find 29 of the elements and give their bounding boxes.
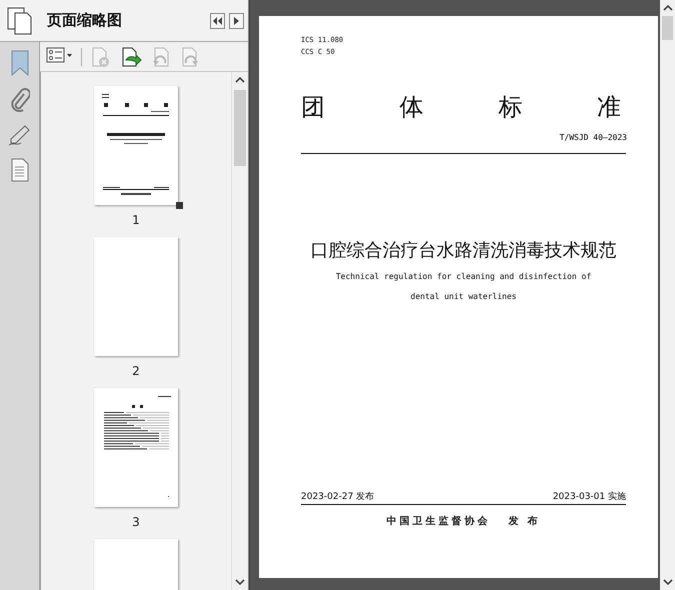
scrollbar-thumb[interactable] [234, 90, 246, 166]
scrollbar-thumb[interactable] [662, 16, 673, 40]
panel-title: 页面缩略图 [47, 11, 123, 30]
issue-date: 2023-02-27 发布 [301, 491, 374, 503]
page-thumbnail[interactable] [94, 237, 178, 356]
insert-page-icon[interactable] [120, 46, 142, 68]
page-number: 3 [132, 515, 140, 529]
double-left-arrow-icon [213, 16, 222, 24]
resize-handle-icon[interactable] [176, 202, 183, 209]
page-thumbnail[interactable] [94, 86, 178, 205]
english-title: Technical regulation for cleaning and disinfection of [336, 271, 592, 283]
standard-type: 团体标准 [301, 92, 621, 122]
standard-number: T/WSJD 40—2023 [560, 132, 627, 144]
paperclip-icon[interactable] [10, 88, 30, 112]
collapse-button[interactable] [210, 12, 225, 28]
page-icon[interactable] [10, 158, 28, 182]
right-arrow-icon [234, 16, 239, 24]
page-number: 2 [132, 364, 140, 378]
bookmark-icon[interactable] [10, 50, 28, 76]
pages-icon [7, 6, 33, 34]
expand-button[interactable] [229, 12, 244, 28]
page-number: 1 [132, 213, 140, 227]
publish-label: 发 布 [508, 515, 541, 529]
pen-icon[interactable] [8, 124, 32, 146]
effective-date: 2023-03-01 实施 [552, 491, 626, 503]
page-thumbnail[interactable] [94, 388, 178, 507]
publisher: 中国卫生监督协会 [386, 515, 490, 529]
document-title: 口腔综合治疗台水路清洗消毒技术规范 [310, 239, 616, 263]
english-title: dental unit waterlines [410, 291, 516, 303]
